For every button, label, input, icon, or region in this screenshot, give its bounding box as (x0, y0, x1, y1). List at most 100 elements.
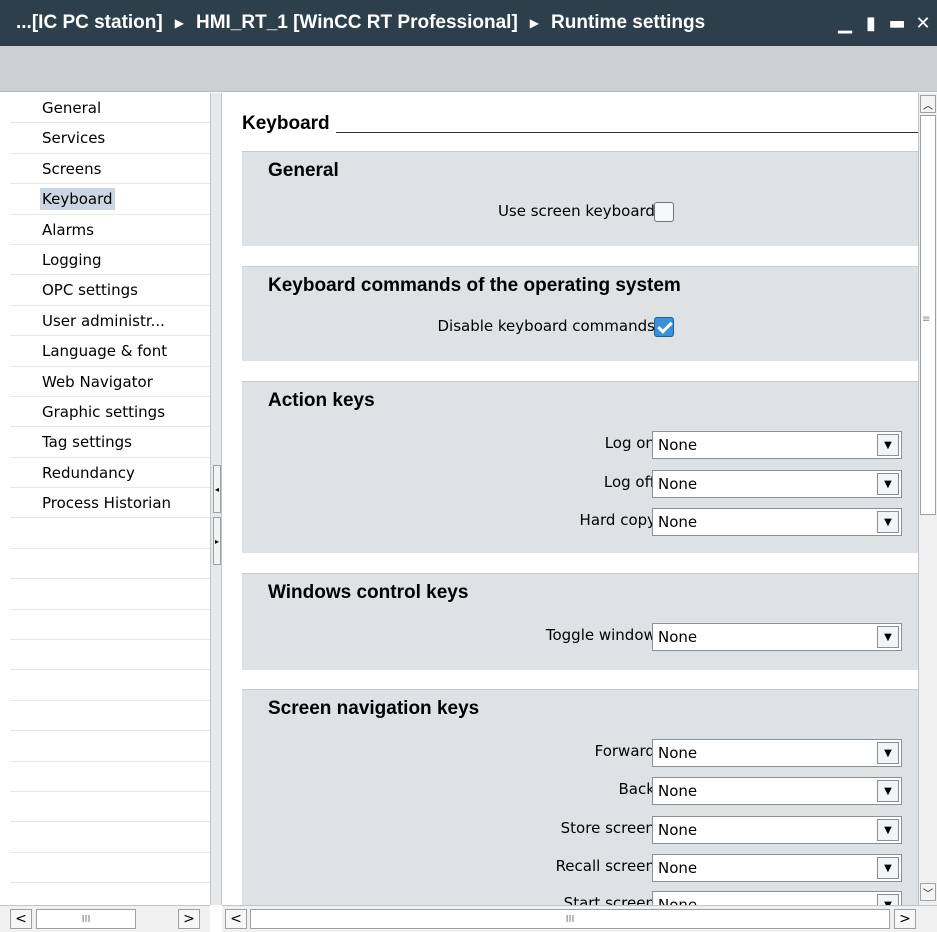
scroll-left-icon[interactable]: < (225, 909, 247, 929)
hard-copy-label: Hard copy: (579, 511, 660, 529)
log-on-select[interactable]: None ▼ (652, 431, 902, 459)
section-title: Keyboard (242, 113, 336, 134)
nav-item-screens[interactable]: Screens (10, 154, 210, 185)
scroll-right-icon[interactable]: > (178, 909, 200, 929)
forward-label: Forward: (594, 742, 660, 760)
dropdown-icon[interactable]: ▼ (877, 626, 899, 648)
hard-copy-value: None (658, 513, 698, 531)
nav-item-web-navigator[interactable]: Web Navigator (10, 367, 210, 397)
nav-empty-row (10, 762, 210, 792)
settings-content: Keyboard General Use screen keyboard: Ke… (222, 93, 918, 905)
nav-item-services[interactable]: Services (10, 123, 210, 154)
nav-item-label: Graphic settings (42, 402, 166, 421)
toggle-window-value: None (658, 628, 698, 646)
nav-empty-row (10, 670, 210, 701)
recall-screen-select[interactable]: None ▼ (652, 854, 902, 882)
dropdown-icon[interactable]: ▼ (877, 780, 899, 802)
nav-item-label: Language & font (42, 342, 168, 361)
close-icon[interactable]: ✕ (913, 13, 933, 34)
scroll-grip-icon: ≡ (922, 314, 931, 325)
nav-item-general[interactable]: General (10, 93, 210, 124)
nav-empty-row (10, 610, 210, 641)
nav-empty-row (10, 640, 210, 671)
log-on-value: None (658, 436, 698, 454)
row-recall-screen: Recall screen: None ▼ (242, 853, 918, 883)
disable-keyboard-commands-label: Disable keyboard commands: (437, 317, 661, 335)
nav-item-user-administration[interactable]: User administr... (10, 306, 210, 337)
scroll-up-icon[interactable]: ︿ (920, 95, 936, 113)
group-os-keyboard-commands: Keyboard commands of the operating syste… (242, 266, 918, 361)
nav-item-label: Web Navigator (42, 372, 153, 391)
group-title: Action keys (268, 390, 375, 411)
nav-item-graphic-settings[interactable]: Graphic settings (10, 397, 210, 428)
nav-item-process-historian[interactable]: Process Historian (10, 488, 210, 519)
restore-icon[interactable]: ▮ (861, 13, 881, 34)
forward-select[interactable]: None ▼ (652, 739, 902, 767)
breadcrumb-station[interactable]: ...[IC PC station] (16, 12, 163, 34)
section-divider (242, 132, 918, 133)
group-title: Keyboard commands of the operating syste… (268, 275, 681, 296)
forward-value: None (658, 744, 698, 762)
group-action-keys: Action keys Log on: None ▼ Log off: None ▼… (242, 381, 918, 553)
store-screen-select[interactable]: None ▼ (652, 816, 902, 844)
nav-item-tag-settings[interactable]: Tag settings (10, 427, 210, 458)
nav-item-keyboard[interactable]: Keyboard (10, 184, 210, 215)
maximize-icon[interactable]: ▬ (887, 13, 907, 34)
back-select[interactable]: None ▼ (652, 777, 902, 805)
nav-item-label: Keyboard (40, 188, 115, 211)
dropdown-icon[interactable]: ▼ (877, 894, 899, 905)
dropdown-icon[interactable]: ▼ (877, 511, 899, 533)
nav-item-label: Screens (42, 159, 102, 178)
log-off-select[interactable]: None ▼ (652, 470, 902, 498)
use-screen-keyboard-checkbox[interactable] (654, 202, 674, 222)
nav-item-label: Tag settings (42, 433, 132, 452)
nav-item-opc-settings[interactable]: OPC settings (10, 275, 210, 306)
row-log-on: Log on: None ▼ (242, 430, 918, 460)
nav-item-label: Services (42, 129, 106, 148)
disable-keyboard-commands-checkbox[interactable] (654, 317, 674, 337)
scroll-left-icon[interactable]: < (10, 909, 32, 929)
toggle-window-select[interactable]: None ▼ (652, 623, 902, 651)
nav-item-redundancy[interactable]: Redundancy (10, 458, 210, 489)
nav-empty-row (10, 549, 210, 580)
use-screen-keyboard-label: Use screen keyboard: (497, 202, 660, 220)
nav-item-alarms[interactable]: Alarms (10, 215, 210, 245)
dropdown-icon[interactable]: ▼ (877, 857, 899, 879)
row-forward: Forward: None ▼ (242, 738, 918, 768)
breadcrumb-hmi[interactable]: HMI_RT_1 [WinCC RT Professional] (196, 12, 518, 34)
content-horizontal-scrollbar[interactable]: < III > (222, 905, 937, 932)
nav-horizontal-scroll-thumb[interactable]: III (36, 909, 136, 929)
scroll-grip-icon: III (81, 913, 91, 925)
nav-horizontal-scrollbar[interactable]: < III > (0, 905, 210, 932)
scroll-down-icon[interactable]: ﹀ (920, 883, 936, 901)
row-back: Back: None ▼ (242, 776, 918, 806)
settings-nav: General Services Screens Keyboard Alarms… (10, 93, 210, 905)
content-horizontal-scroll-thumb[interactable]: III (250, 909, 890, 929)
pane-splitter[interactable]: ◂ ▸ (210, 93, 222, 905)
title-bar: ...[IC PC station] ▶ HMI_RT_1 [WinCC RT … (0, 0, 937, 46)
nav-item-language-font[interactable]: Language & font (10, 336, 210, 367)
collapse-left-icon[interactable]: ◂ (213, 465, 221, 513)
log-off-value: None (658, 475, 698, 493)
content-vertical-scrollbar[interactable]: ︿ ≡ ﹀ (918, 93, 937, 905)
dropdown-icon[interactable]: ▼ (877, 473, 899, 495)
group-screen-navigation-keys: Screen navigation keys Forward: None ▼ Ba… (242, 689, 918, 905)
dropdown-icon[interactable]: ▼ (877, 742, 899, 764)
nav-item-logging[interactable]: Logging (10, 245, 210, 276)
hard-copy-select[interactable]: None ▼ (652, 508, 902, 536)
start-screen-select[interactable]: None ▼ (652, 891, 902, 905)
nav-item-label: Alarms (42, 220, 94, 239)
section-header: Keyboard (242, 113, 918, 137)
row-log-off: Log off: None ▼ (242, 469, 918, 499)
dropdown-icon[interactable]: ▼ (877, 434, 899, 456)
store-screen-value: None (658, 821, 698, 839)
scroll-right-icon[interactable]: > (894, 909, 916, 929)
recall-screen-value: None (658, 859, 698, 877)
minimize-icon[interactable]: ▁ (835, 13, 855, 34)
expand-right-icon[interactable]: ▸ (213, 517, 221, 565)
nav-empty-row (10, 822, 210, 853)
group-title: Screen navigation keys (268, 698, 480, 719)
dropdown-icon[interactable]: ▼ (877, 819, 899, 841)
group-general: General Use screen keyboard: (242, 151, 918, 246)
row-start-screen: Start screen: None ▼ (242, 890, 918, 905)
